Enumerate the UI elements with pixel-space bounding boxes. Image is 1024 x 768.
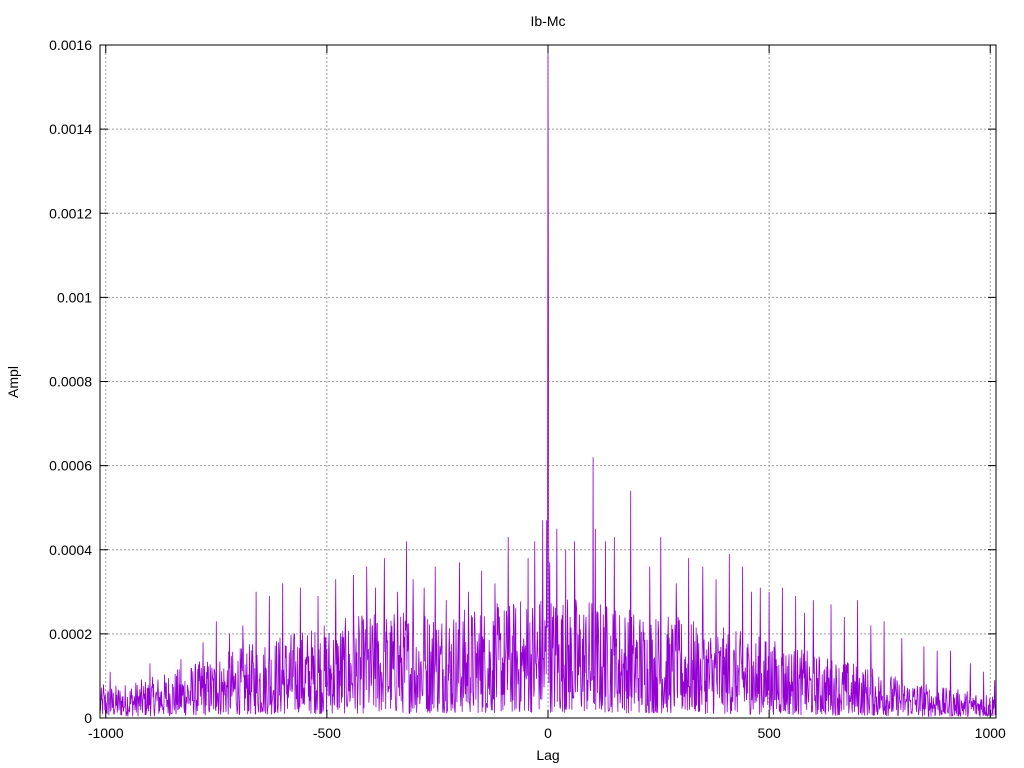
x-tick-label: 0 [544, 725, 552, 741]
y-tick-label: 0.0004 [49, 542, 92, 558]
y-tick-label: 0.0016 [49, 37, 92, 53]
series-ampl [99, 44, 997, 718]
x-tick-label: 500 [757, 725, 781, 741]
y-tick-label: 0.0002 [49, 626, 92, 642]
x-tick-label: 1000 [975, 725, 1006, 741]
x-tick-label: -500 [313, 725, 341, 741]
y-tick-label: 0.0008 [49, 374, 92, 390]
series-line [99, 44, 997, 718]
x-tick-label: -1000 [88, 725, 124, 741]
x-axis-label: Lag [536, 747, 559, 763]
y-tick-label: 0.001 [57, 289, 92, 305]
chart-canvas: -1000 -500 0 500 1000 0 0.0002 0.0004 0.0006 0.00… [5, 13, 1006, 763]
y-tick-label: 0.0012 [49, 205, 92, 221]
y-axis-label: Ampl [5, 366, 21, 398]
y-tick-label: 0.0014 [49, 121, 92, 137]
chart-title: Ib-Mc [531, 13, 566, 29]
y-tick-label: 0.0006 [49, 458, 92, 474]
y-tick-label: 0 [84, 710, 92, 726]
